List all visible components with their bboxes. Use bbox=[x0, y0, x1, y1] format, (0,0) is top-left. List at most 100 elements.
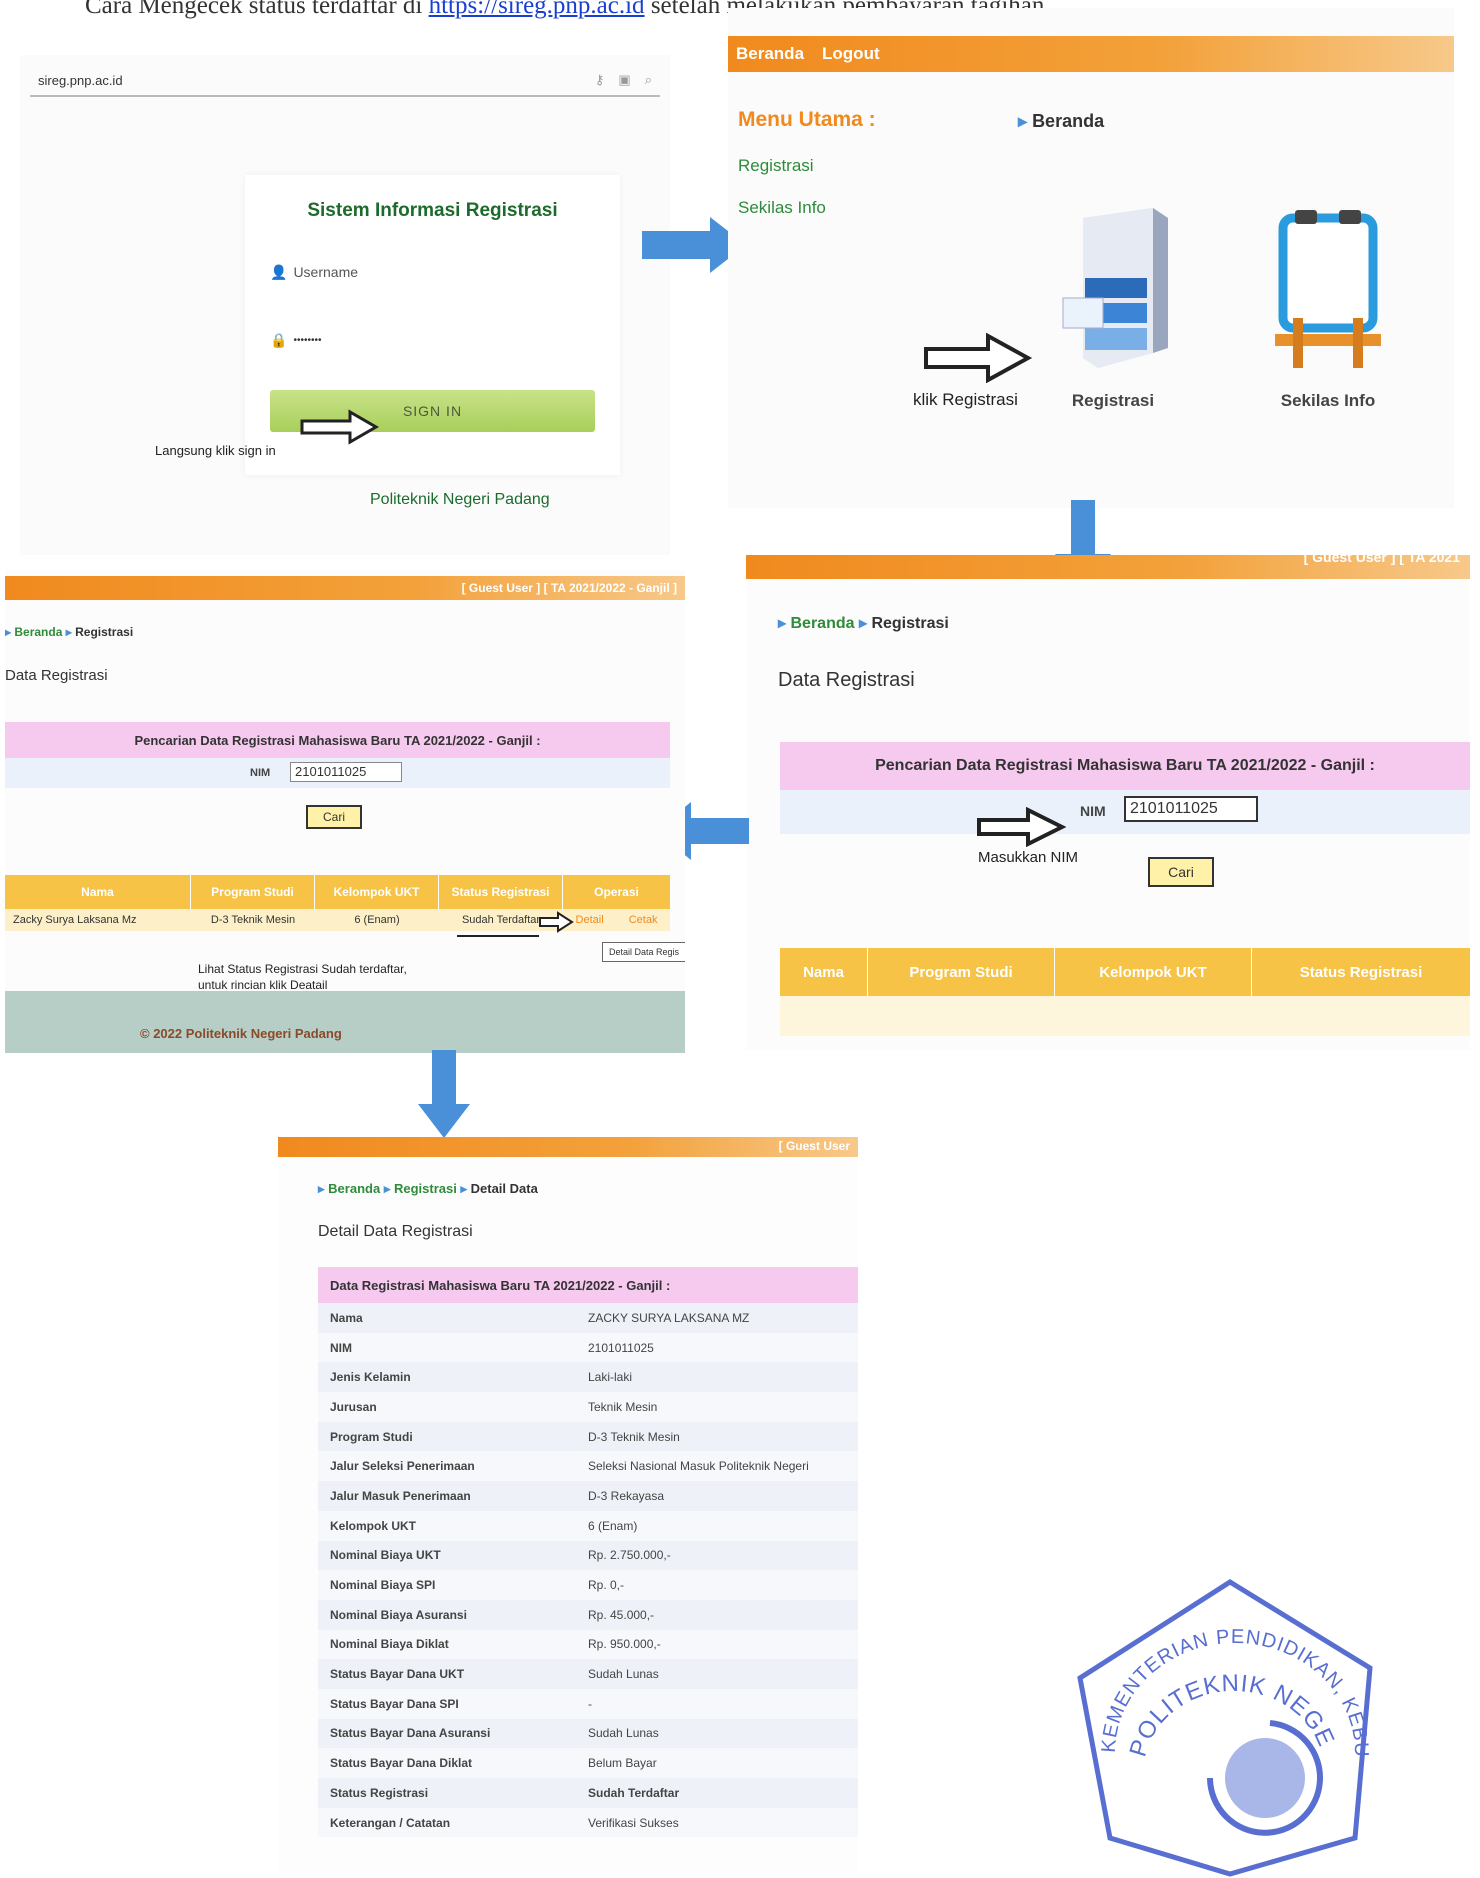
detail-row: Status Bayar Dana Asuransi Sudah Lunas bbox=[318, 1718, 858, 1749]
search-left-footer: © 2022 Politeknik Negeri Padang bbox=[5, 991, 685, 1053]
detail-row: Kelompok UKT 6 (Enam) bbox=[318, 1510, 858, 1541]
cari-button[interactable]: Cari bbox=[1148, 857, 1214, 887]
underline-mark bbox=[457, 935, 539, 937]
flow-arrow-down-icon-2 bbox=[418, 1050, 470, 1138]
status-note-line1: Lihat Status Registrasi Sudah terdaftar, bbox=[198, 962, 407, 976]
password-field[interactable]: 🔒 •••••••• bbox=[270, 323, 450, 357]
col-program-studi: Program Studi bbox=[868, 948, 1055, 996]
chevron-icon: ▸ bbox=[778, 615, 787, 632]
menu-link-sekilas-info[interactable]: Sekilas Info bbox=[738, 198, 826, 218]
username-field[interactable]: 👤 Username bbox=[270, 255, 450, 289]
detail-row: Keterangan / Catatan Verifikasi Sukses bbox=[318, 1807, 858, 1838]
signin-label: SIGN IN bbox=[402, 403, 463, 419]
detail-row-label: Keterangan / Catatan bbox=[330, 1815, 451, 1830]
menu-breadcrumb: ▸ Beranda bbox=[1018, 111, 1104, 132]
detail-breadcrumb: ▸ Beranda ▸ Registrasi ▸ Detail Data bbox=[318, 1181, 538, 1197]
detail-row: Jenis Kelamin Laki-laki bbox=[318, 1362, 858, 1393]
detail-row: Status Bayar Dana SPI - bbox=[318, 1688, 858, 1719]
detail-link[interactable]: Detail bbox=[576, 914, 604, 926]
key-icon[interactable]: ⚷ bbox=[595, 72, 605, 88]
detail-row-value: ZACKY SURYA LAKSANA MZ bbox=[588, 1310, 750, 1325]
detail-row: Nominal Biaya SPI Rp. 0,- bbox=[318, 1570, 858, 1600]
chevron-icon: ▸ bbox=[383, 1181, 391, 1196]
login-title: Sistem Informasi Registrasi bbox=[307, 200, 558, 221]
zoom-icon[interactable]: ⌕ bbox=[645, 72, 652, 88]
cell-nama: Zacky Surya Laksana Mz bbox=[13, 914, 137, 926]
masukkan-nim-arrow-icon bbox=[977, 807, 1066, 847]
login-screenshot: sireg.pnp.ac.id ⚷ ▣ ⌕ Sistem Informasi R… bbox=[20, 55, 670, 555]
breadcrumb-beranda[interactable]: Beranda bbox=[790, 615, 854, 632]
intro-link[interactable]: https://sireg.pnp.ac.id bbox=[429, 0, 645, 19]
search-left-topbar: [ Guest User ] [ TA 2021/2022 - Ganjil ] bbox=[5, 576, 685, 600]
breadcrumb-registrasi[interactable]: Registrasi bbox=[394, 1181, 457, 1196]
col-nama: Nama bbox=[5, 875, 191, 909]
detail-row-value: Rp. 0,- bbox=[588, 1578, 625, 1593]
detail-row-label: Jenis Kelamin bbox=[330, 1370, 411, 1385]
breadcrumb-registrasi: Registrasi bbox=[871, 615, 949, 632]
detail-topbar-text: [ Guest User bbox=[778, 1139, 850, 1153]
detail-row-value: D-3 Rekayasa bbox=[588, 1488, 665, 1503]
nim-input-value: 2101011025 bbox=[1130, 800, 1218, 817]
detail-row-label: Nominal Biaya Asuransi bbox=[330, 1607, 467, 1622]
search-left-page-title: Data Registrasi bbox=[5, 667, 108, 684]
nav-beranda[interactable]: Beranda bbox=[736, 44, 804, 64]
sekilas-info-tile[interactable]: Sekilas Info bbox=[1253, 208, 1403, 410]
detail-page-title: Detail Data Registrasi bbox=[318, 1223, 473, 1240]
detail-header: Data Registrasi Mahasiswa Baru TA 2021/2… bbox=[318, 1267, 858, 1303]
nav-logout[interactable]: Logout bbox=[822, 44, 880, 64]
breadcrumb-beranda[interactable]: Beranda bbox=[14, 625, 62, 639]
menu-link-registrasi[interactable]: Registrasi bbox=[738, 156, 814, 176]
user-icon: 👤 bbox=[270, 263, 288, 280]
detail-row-value: Sudah Lunas bbox=[588, 1726, 659, 1741]
detail-table: Nama ZACKY SURYA LAKSANA MZ NIM 2101011025 J… bbox=[318, 1303, 858, 1838]
detail-row: Nominal Biaya Asuransi Rp. 45.000,- bbox=[318, 1599, 858, 1630]
detail-row: Nama ZACKY SURYA LAKSANA MZ bbox=[318, 1303, 858, 1333]
chevron-icon: ▸ bbox=[5, 625, 12, 639]
search-right-table-header: Nama Program Studi Kelompok UKT Status R… bbox=[780, 948, 1470, 996]
cetak-link[interactable]: Cetak bbox=[629, 914, 658, 926]
menu-screenshot: Beranda Logout Menu Utama : ▸ Beranda Re… bbox=[728, 8, 1454, 508]
password-value: •••••••• bbox=[293, 334, 322, 346]
detail-screenshot: [ Guest User ▸ Beranda ▸ Registrasi ▸ De… bbox=[278, 1137, 858, 1873]
col-program-studi: Program Studi bbox=[191, 875, 315, 909]
detail-row: Status Bayar Dana UKT Sudah Lunas bbox=[318, 1659, 858, 1689]
masukkan-nim-note: Masukkan NIM bbox=[978, 849, 1079, 866]
col-status-registrasi: Status Registrasi bbox=[439, 875, 563, 909]
tabs-icon[interactable]: ▣ bbox=[618, 72, 630, 88]
detail-row-value: Rp. 45.000,- bbox=[588, 1607, 655, 1622]
search-left-header-text: Pencarian Data Registrasi Mahasiswa Baru… bbox=[134, 732, 541, 748]
detail-row-value: Verifikasi Sukses bbox=[588, 1815, 679, 1830]
search-right-header: Pencarian Data Registrasi Mahasiswa Baru… bbox=[780, 742, 1470, 790]
breadcrumb-chevron-icon: ▸ bbox=[1018, 111, 1028, 131]
col-nama: Nama bbox=[780, 948, 868, 996]
cari-button[interactable]: Cari bbox=[306, 805, 362, 829]
detail-row-value: D-3 Teknik Mesin bbox=[588, 1429, 680, 1444]
detail-row-value: Laki-laki bbox=[588, 1370, 633, 1385]
intro-label: Cara Mengecek status terdaftar di bbox=[85, 0, 423, 19]
login-footer: Politeknik Negeri Padang bbox=[370, 491, 550, 508]
search-left-topbar-text: [ Guest User ] [ TA 2021/2022 - Ganjil ] bbox=[461, 581, 677, 595]
cari-button-label: Cari bbox=[322, 810, 345, 824]
breadcrumb-beranda[interactable]: Beranda bbox=[328, 1181, 380, 1196]
registrasi-tile[interactable]: Registrasi bbox=[1043, 208, 1183, 410]
search-left-table-header: Nama Program Studi Kelompok UKT Status R… bbox=[5, 875, 670, 909]
search-screenshot-right: [ Guest User ] [ TA 2021 ▸ Beranda ▸ Reg… bbox=[746, 555, 1470, 1050]
detail-arrow-icon bbox=[539, 911, 574, 933]
nim-input-value: 2101011025 bbox=[295, 764, 367, 779]
detail-row-label: Kelompok UKT bbox=[330, 1518, 417, 1533]
detail-tooltip: Detail Data Regis bbox=[602, 942, 685, 962]
detail-row-value: Rp. 2.750.000,- bbox=[588, 1548, 671, 1563]
detail-row-label: Program Studi bbox=[330, 1429, 413, 1444]
detail-row-value: Sudah Terdaftar bbox=[588, 1785, 680, 1800]
nim-input[interactable]: 2101011025 bbox=[290, 762, 402, 782]
breadcrumb-beranda[interactable]: Beranda bbox=[1032, 111, 1104, 131]
search-right-page-title: Data Registrasi bbox=[778, 669, 915, 691]
detail-header-text: Data Registrasi Mahasiswa Baru TA 2021/2… bbox=[330, 1277, 671, 1293]
detail-row: Nominal Biaya Diklat Rp. 950.000,- bbox=[318, 1629, 858, 1660]
detail-row: Nominal Biaya UKT Rp. 2.750.000,- bbox=[318, 1540, 858, 1571]
browser-address-bar[interactable]: sireg.pnp.ac.id ⚷ ▣ ⌕ bbox=[30, 65, 660, 97]
login-card: Sistem Informasi Registrasi 👤 Username 🔒… bbox=[245, 175, 620, 475]
detail-row-value: Seleksi Nasional Masuk Politeknik Negeri bbox=[588, 1459, 809, 1474]
search-left-breadcrumb: ▸ Beranda ▸ Registrasi bbox=[5, 625, 133, 639]
nim-input[interactable]: 2101011025 bbox=[1124, 796, 1258, 822]
